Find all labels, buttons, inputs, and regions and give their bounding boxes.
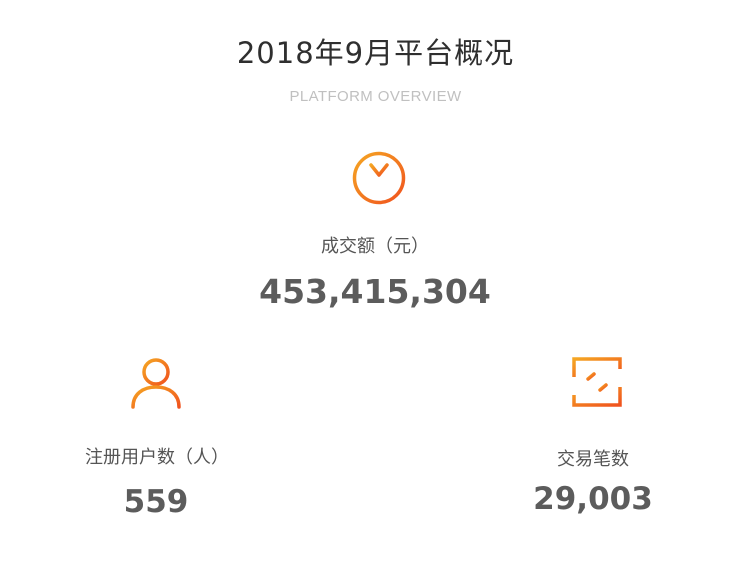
page-title: 2018年9月平台概况 [236,36,515,70]
yuan-coin-icon [351,150,407,206]
registered-users-label: 注册用户数（人） [85,447,229,468]
turnover-label: 成交额（元） [321,236,429,257]
turnover-value: 453,415,304 [259,272,491,311]
user-icon [130,356,182,410]
page-subtitle: PLATFORM OVERVIEW [289,88,462,105]
exchange-icon [570,355,624,409]
transactions-value: 29,003 [533,481,653,517]
transactions-label: 交易笔数 [557,449,629,470]
registered-users-value: 559 [123,484,189,520]
